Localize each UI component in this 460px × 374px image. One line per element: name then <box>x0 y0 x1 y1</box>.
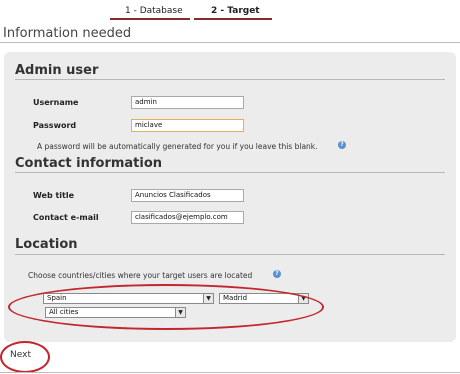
country-select-value: Spain <box>47 294 67 302</box>
password-help-icon[interactable]: ? <box>338 141 346 149</box>
page-title: Information needed <box>3 26 132 41</box>
next-button[interactable]: Next <box>10 350 31 360</box>
wizard-steps: 1 - Database 2 - Target <box>110 0 272 22</box>
step-target-underline <box>194 18 272 20</box>
username-input[interactable]: admin <box>131 96 244 109</box>
location-section-divider <box>15 254 445 255</box>
chevron-down-icon: ▼ <box>175 308 185 317</box>
web-title-label: Web title <box>33 191 75 200</box>
password-label: Password <box>33 121 77 130</box>
step-database: 1 - Database <box>125 6 183 16</box>
country-select[interactable]: Spain ▼ <box>43 293 214 304</box>
contact-email-input[interactable]: clasificados@ejemplo.com <box>131 211 244 224</box>
title-divider <box>0 42 460 43</box>
password-input[interactable]: miclave <box>131 119 244 132</box>
password-hint: A password will be automatically generat… <box>37 142 318 151</box>
step-target: 2 - Target <box>211 6 260 16</box>
step-database-underline <box>110 18 190 20</box>
city-select-value: All cities <box>49 308 79 316</box>
location-hint: Choose countries/cities where your targe… <box>28 271 253 280</box>
web-title-input[interactable]: Anuncios Clasificados <box>131 189 244 202</box>
contact-section-title: Contact information <box>15 156 163 171</box>
username-label: Username <box>33 98 79 107</box>
contact-email-label: Contact e-mail <box>33 213 99 222</box>
contact-section-divider <box>15 172 445 173</box>
region-select-value: Madrid <box>223 294 248 302</box>
chevron-down-icon: ▼ <box>298 294 308 303</box>
admin-section-title: Admin user <box>15 63 99 78</box>
chevron-down-icon: ▼ <box>203 294 213 303</box>
bottom-divider <box>0 372 460 373</box>
location-section-title: Location <box>15 237 78 252</box>
location-help-icon[interactable]: ? <box>273 270 281 278</box>
region-select[interactable]: Madrid ▼ <box>219 293 309 304</box>
city-select[interactable]: All cities ▼ <box>45 307 186 318</box>
admin-section-divider <box>15 79 445 80</box>
